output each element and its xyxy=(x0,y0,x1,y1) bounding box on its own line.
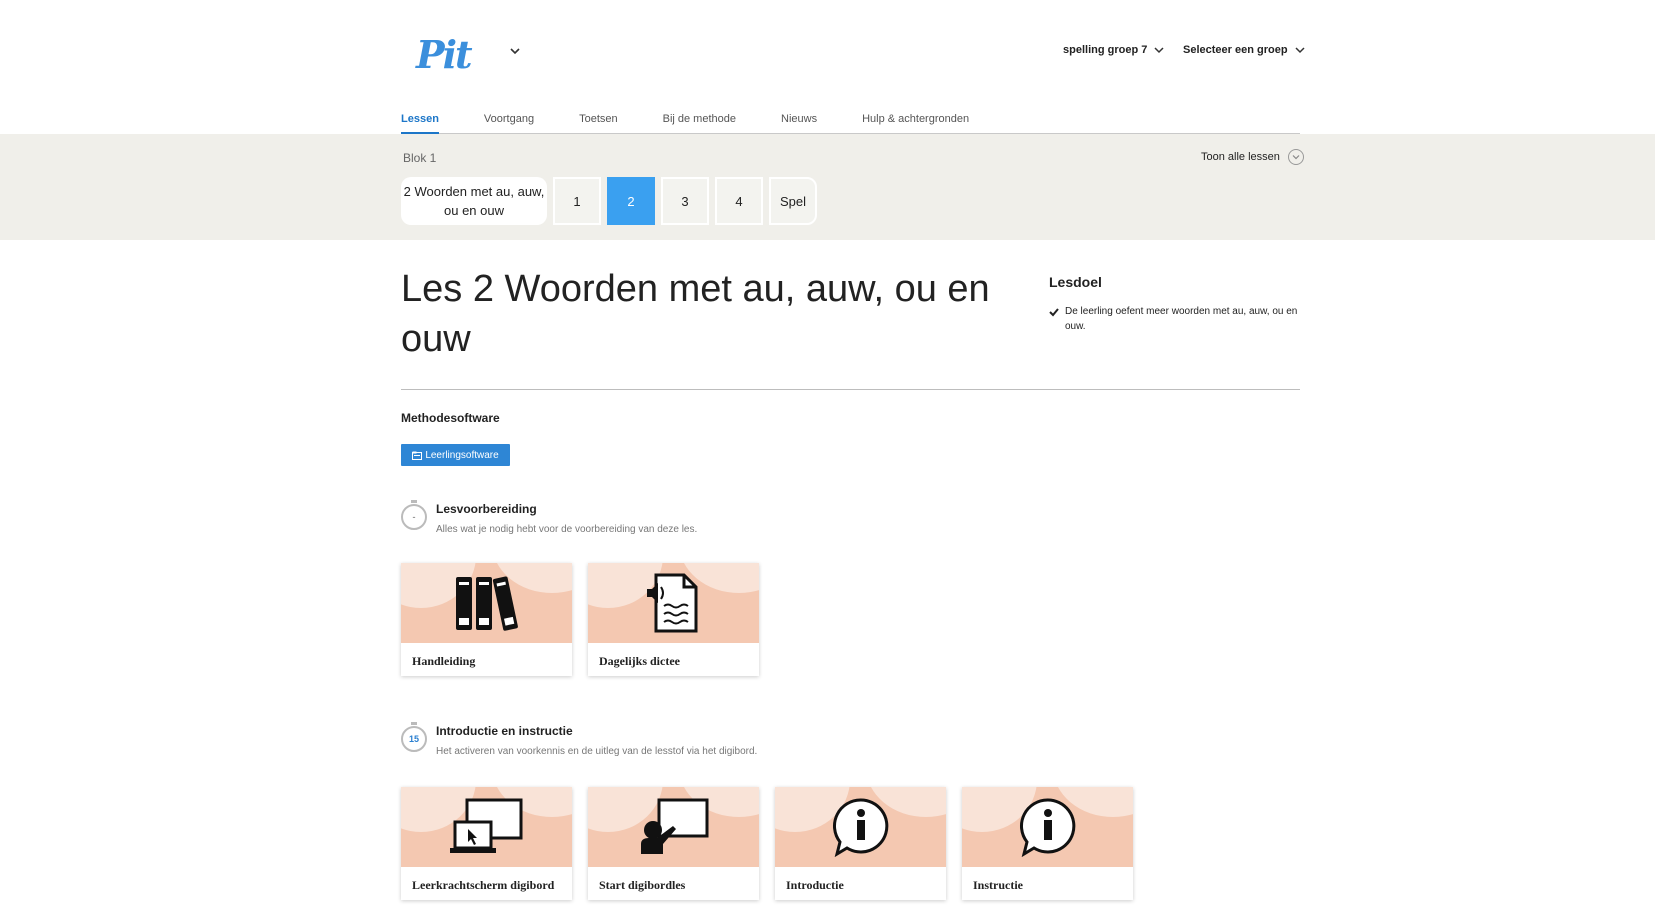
toon-alle-lessen-button[interactable]: Toon alle lessen xyxy=(1201,149,1304,165)
lesson-button-4[interactable]: 4 xyxy=(715,177,763,225)
lesson-button-spel[interactable]: Spel xyxy=(769,177,817,225)
card-label: Instructie xyxy=(973,878,1023,892)
checkmark-icon xyxy=(1049,308,1059,317)
card-image xyxy=(401,787,572,867)
card-label: Handleiding xyxy=(412,654,476,668)
chevron-down-icon xyxy=(1154,47,1164,54)
card-label: Introductie xyxy=(786,878,844,892)
lesdoel-text: De leerling oefent meer woorden met au, … xyxy=(1065,306,1298,332)
pit-logo[interactable]: Pit xyxy=(416,32,473,77)
current-lesson-title: 2 Woorden met au, auw, ou en ouw xyxy=(401,177,547,225)
section-title: Introductie en instructie xyxy=(436,724,573,738)
method-select-label: spelling groep 7 xyxy=(1063,44,1148,56)
card-start-digibordles[interactable]: Start digibordles xyxy=(588,787,759,900)
card-row-introductie: Leerkrachtscherm digibord Start digibord… xyxy=(401,787,1133,900)
leerlingsoftware-label: Leerlingsoftware xyxy=(425,449,499,461)
books-icon xyxy=(455,576,518,631)
chevron-down-icon[interactable] xyxy=(508,44,522,58)
card-label: Leerkrachtscherm digibord xyxy=(412,878,555,892)
info-speech-icon xyxy=(832,798,888,857)
toon-alle-label: Toon alle lessen xyxy=(1201,151,1280,163)
card-dagelijks-dictee[interactable]: Dagelijks dictee xyxy=(588,563,759,676)
section-title: Lesvoorbereiding xyxy=(436,502,537,516)
lesson-button-3[interactable]: 3 xyxy=(661,177,709,225)
lesdoel-panel: Lesdoel De leerling oefent meer woorden … xyxy=(1049,274,1299,334)
card-image xyxy=(962,787,1133,867)
card-label: Dagelijks dictee xyxy=(599,654,680,668)
leerlingsoftware-button[interactable]: Leerlingsoftware xyxy=(401,444,510,466)
tab-bij-de-methode[interactable]: Bij de methode xyxy=(663,108,736,134)
section-introductie-instructie: 15 Introductie en instructie Het activer… xyxy=(401,722,757,757)
lesson-band xyxy=(0,134,1655,240)
method-select[interactable]: spelling groep 7 xyxy=(1063,44,1165,56)
section-description: Het activeren van voorkennis en de uitle… xyxy=(436,746,758,757)
card-image xyxy=(588,563,759,643)
info-speech-icon xyxy=(1019,798,1075,857)
teacher-board-icon xyxy=(640,798,708,854)
audio-document-icon xyxy=(646,573,697,633)
card-instructie[interactable]: Instructie xyxy=(962,787,1133,900)
card-image xyxy=(588,787,759,867)
card-leerkrachtscherm-digibord[interactable]: Leerkrachtscherm digibord xyxy=(401,787,572,900)
group-select-label: Selecteer een groep xyxy=(1183,44,1288,56)
tab-lessen[interactable]: Lessen xyxy=(401,108,439,134)
main-nav: Lessen Voortgang Toetsen Bij de methode … xyxy=(401,108,1300,134)
tab-voortgang[interactable]: Voortgang xyxy=(484,108,534,134)
lesson-button-2[interactable]: 2 xyxy=(607,177,655,225)
lesdoel-item: De leerling oefent meer woorden met au, … xyxy=(1049,304,1299,334)
group-select[interactable]: Selecteer een groep xyxy=(1183,44,1306,56)
card-handleiding[interactable]: Handleiding xyxy=(401,563,572,676)
chevron-down-icon xyxy=(1295,47,1305,54)
laptop-screen-icon xyxy=(449,798,522,853)
tab-toetsen[interactable]: Toetsen xyxy=(579,108,618,134)
folder-icon xyxy=(412,451,423,460)
timer-icon: 15 xyxy=(401,722,427,752)
timer-value: - xyxy=(401,504,427,530)
section-lesvoorbereiding: - Lesvoorbereiding Alles wat je nodig he… xyxy=(401,500,697,535)
page-title: Les 2 Woorden met au, auw, ou en ouw xyxy=(401,268,990,360)
card-image xyxy=(401,563,572,643)
card-label: Start digibordles xyxy=(599,878,686,892)
tab-nieuws[interactable]: Nieuws xyxy=(781,108,817,134)
section-description: Alles wat je nodig hebt voor de voorbere… xyxy=(436,524,698,535)
card-introductie[interactable]: Introductie xyxy=(775,787,946,900)
card-row-lesvoorbereiding: Handleiding Dagelijks dictee xyxy=(401,563,759,676)
timer-value: 15 xyxy=(401,726,427,752)
tab-hulp[interactable]: Hulp & achtergronden xyxy=(862,108,969,134)
divider xyxy=(401,389,1300,390)
methodesoftware-heading: Methodesoftware xyxy=(401,411,500,425)
lesson-selector: 2 Woorden met au, auw, ou en ouw 1 2 3 4… xyxy=(401,177,817,225)
chevron-down-circle-icon xyxy=(1287,149,1304,165)
timer-icon: - xyxy=(401,500,427,530)
card-image xyxy=(775,787,946,867)
blok-label: Blok 1 xyxy=(403,151,437,165)
lesson-button-1[interactable]: 1 xyxy=(553,177,601,225)
lesdoel-heading: Lesdoel xyxy=(1049,274,1102,290)
